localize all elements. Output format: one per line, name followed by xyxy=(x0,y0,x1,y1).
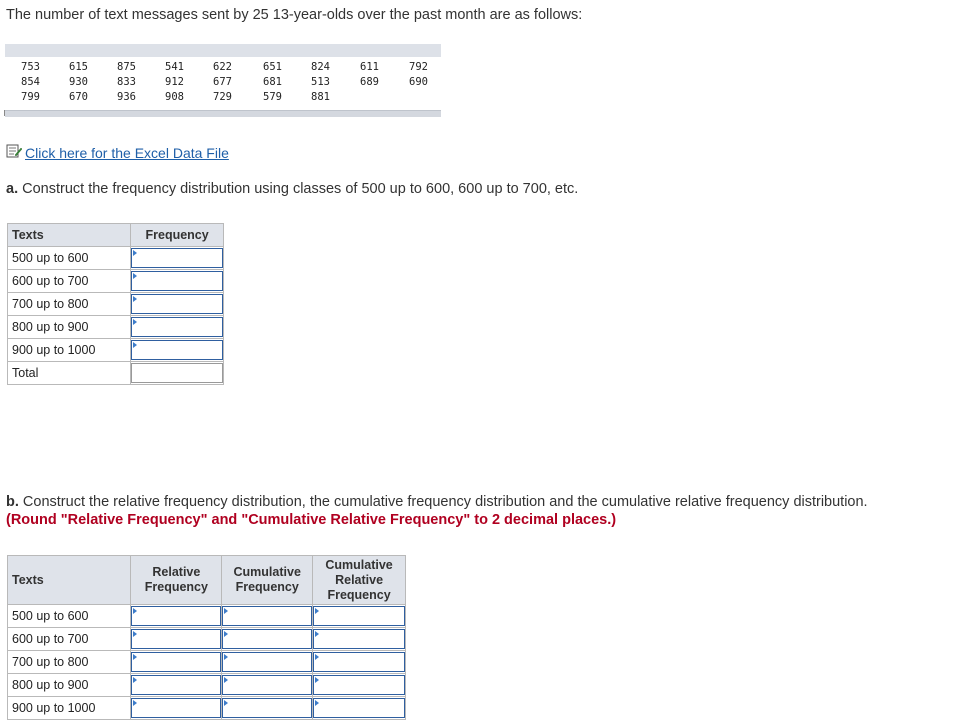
row-label: 900 up to 1000 xyxy=(6,338,132,362)
data-value: 611 xyxy=(360,61,379,73)
relative-frequency-table: Texts Relative Frequency Cumulative Freque… xyxy=(6,555,406,720)
row-label: 800 up to 900 xyxy=(6,315,132,339)
question-a-text: Construct the frequency distribution usi… xyxy=(22,181,579,197)
cumulative-frequency-input[interactable] xyxy=(222,629,313,649)
col-header-texts: Texts xyxy=(6,223,132,247)
data-value: 875 xyxy=(117,61,136,73)
row-label: 600 up to 700 xyxy=(6,269,132,293)
table-row: 500 up to 600 xyxy=(6,246,224,270)
data-value: 681 xyxy=(263,76,282,88)
data-value: 729 xyxy=(213,91,232,103)
total-label: Total xyxy=(6,361,132,385)
table-row: 600 up to 700 xyxy=(6,627,406,651)
frequency-input[interactable] xyxy=(131,317,223,337)
cumulative-frequency-input[interactable] xyxy=(222,698,313,718)
table-row: 900 up to 1000 xyxy=(6,338,224,362)
data-block: 753 615 875 541 622 651 824 611 792 854 930 833 912 6… xyxy=(4,44,441,117)
data-value: 912 xyxy=(165,76,184,88)
frequency-input[interactable] xyxy=(131,294,223,314)
table-row: 500 up to 600 xyxy=(6,604,406,628)
data-value: 622 xyxy=(213,61,232,73)
table-row: 800 up to 900 xyxy=(6,673,406,697)
data-value: 579 xyxy=(263,91,282,103)
document-edit-icon xyxy=(6,144,25,161)
row-label: 700 up to 800 xyxy=(6,650,132,674)
table-row-total: Total xyxy=(6,361,224,385)
data-value: 833 xyxy=(117,76,136,88)
cumulative-relative-frequency-input[interactable] xyxy=(313,606,405,626)
table-row: 700 up to 800 xyxy=(6,292,224,316)
col-header-relative-frequency: Relative Frequency xyxy=(130,555,223,605)
problem-intro: The number of text messages sent by 25 1… xyxy=(6,7,583,23)
relative-frequency-input[interactable] xyxy=(131,629,222,649)
row-label: 500 up to 600 xyxy=(6,604,132,628)
table-row: 600 up to 700 xyxy=(6,269,224,293)
relative-frequency-input[interactable] xyxy=(131,698,222,718)
data-block-bottom-bar xyxy=(4,110,441,117)
relative-frequency-input[interactable] xyxy=(131,652,222,672)
row-label: 600 up to 700 xyxy=(6,627,132,651)
total-frequency-input[interactable] xyxy=(131,363,223,383)
data-value: 651 xyxy=(263,61,282,73)
relative-frequency-input[interactable] xyxy=(131,606,222,626)
data-value: 513 xyxy=(311,76,330,88)
data-value: 936 xyxy=(117,91,136,103)
data-value: 615 xyxy=(69,61,88,73)
data-value: 670 xyxy=(69,91,88,103)
excel-data-link-label: Click here for the Excel Data File xyxy=(25,144,229,161)
table-row: 700 up to 800 xyxy=(6,650,406,674)
data-block-top-bar xyxy=(5,44,441,57)
data-value: 792 xyxy=(409,61,428,73)
data-value: 753 xyxy=(21,61,40,73)
question-a: a. Construct the frequency distribution … xyxy=(6,181,578,197)
table-row: 900 up to 1000 xyxy=(6,696,406,720)
frequency-input[interactable] xyxy=(131,248,223,268)
data-value: 881 xyxy=(311,91,330,103)
data-value: 689 xyxy=(360,76,379,88)
row-label: 700 up to 800 xyxy=(6,292,132,316)
data-value: 690 xyxy=(409,76,428,88)
col-header-cumulative-relative-frequency: Cumulative Relative Frequency xyxy=(312,555,406,605)
cumulative-relative-frequency-input[interactable] xyxy=(313,675,405,695)
data-value: 854 xyxy=(21,76,40,88)
cumulative-relative-frequency-input[interactable] xyxy=(313,652,405,672)
cumulative-relative-frequency-input[interactable] xyxy=(313,698,405,718)
cumulative-frequency-input[interactable] xyxy=(222,606,313,626)
question-b-text: Construct the relative frequency distrib… xyxy=(22,494,868,510)
col-header-texts: Texts xyxy=(6,555,132,605)
rounding-note: (Round "Relative Frequency" and "Cumulat… xyxy=(6,512,617,528)
data-value: 908 xyxy=(165,91,184,103)
table-row: 800 up to 900 xyxy=(6,315,224,339)
data-value: 541 xyxy=(165,61,184,73)
data-value: 824 xyxy=(311,61,330,73)
frequency-table: Texts Frequency 500 up to 600 600 up to … xyxy=(6,223,224,385)
data-value: 677 xyxy=(213,76,232,88)
cumulative-frequency-input[interactable] xyxy=(222,652,313,672)
frequency-input[interactable] xyxy=(131,340,223,360)
col-header-frequency: Frequency xyxy=(130,223,224,247)
row-label: 900 up to 1000 xyxy=(6,696,132,720)
question-a-prefix: a. xyxy=(6,181,19,197)
row-label: 500 up to 600 xyxy=(6,246,132,270)
data-value: 930 xyxy=(69,76,88,88)
question-b: b. Construct the relative frequency dist… xyxy=(6,493,906,529)
data-value: 799 xyxy=(21,91,40,103)
question-b-prefix: b. xyxy=(6,494,19,510)
relative-frequency-input[interactable] xyxy=(131,675,222,695)
col-header-cumulative-frequency: Cumulative Frequency xyxy=(221,555,314,605)
row-label: 800 up to 900 xyxy=(6,673,132,697)
cumulative-relative-frequency-input[interactable] xyxy=(313,629,405,649)
excel-data-link[interactable]: Click here for the Excel Data File xyxy=(6,144,229,161)
cumulative-frequency-input[interactable] xyxy=(222,675,313,695)
frequency-input[interactable] xyxy=(131,271,223,291)
